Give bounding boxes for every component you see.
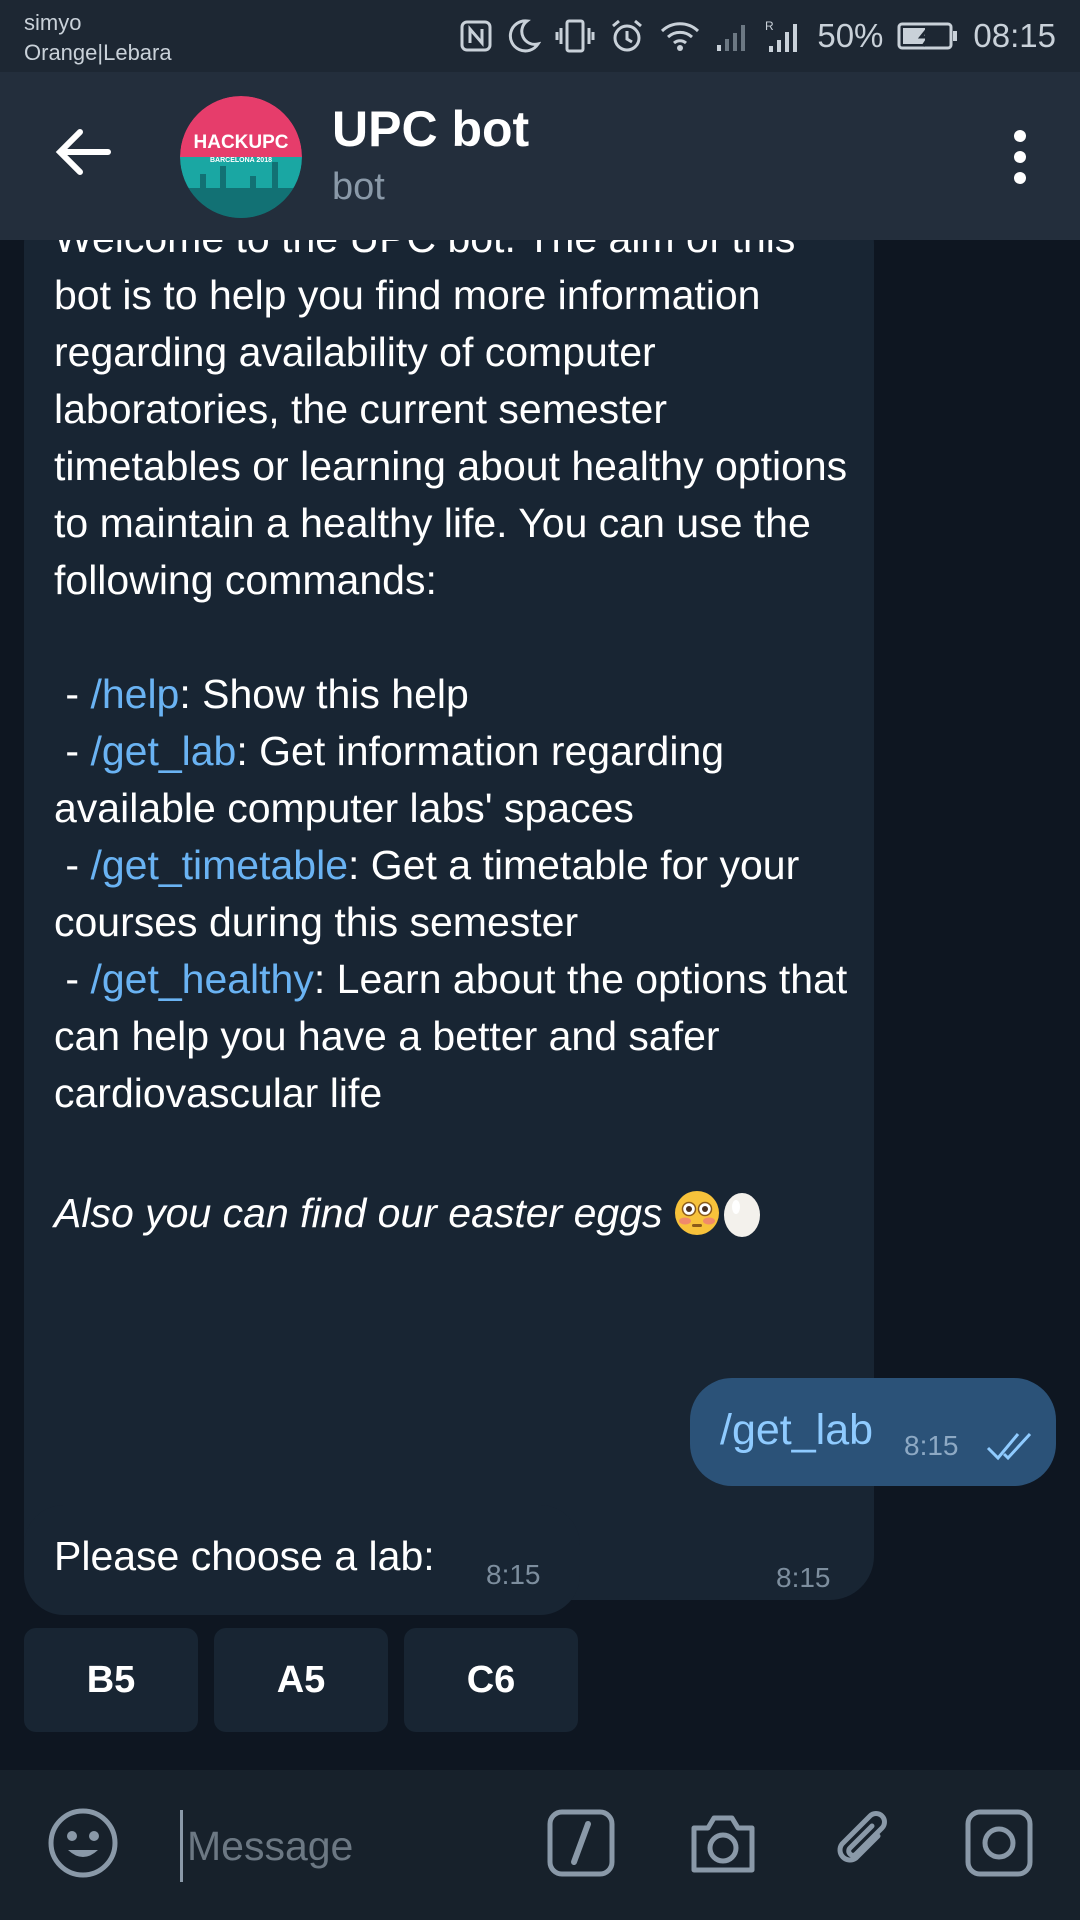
battery-percent: 50% (817, 17, 884, 54)
message-input[interactable] (180, 1810, 519, 1882)
back-arrow-icon[interactable] (44, 112, 124, 192)
chat-title[interactable]: UPC bot (332, 100, 529, 158)
svg-text:R: R (765, 19, 774, 33)
command-line: - /get_timetable: Get a timetable for yo… (54, 842, 811, 945)
signal-icon (717, 25, 746, 51)
status-bar: simyo Orange|Lebara R 50% 08:15 (0, 0, 1080, 72)
outgoing-message-text: /get_lab (720, 1406, 874, 1454)
egg-emoji-icon (723, 1193, 760, 1237)
message-time: 8:15 (486, 1559, 541, 1590)
hackupc-logo-icon: HACKUPC BARCELONA 2018 (180, 96, 302, 218)
telegram-chat-screen: simyo Orange|Lebara R 50% 08:15 HACKUPC … (0, 0, 1080, 1920)
emoji-smiley-icon[interactable] (46, 1806, 120, 1880)
attachment-paperclip-icon[interactable] (826, 1806, 900, 1880)
easter-eggs-line: Also you can find our easter eggs (54, 1185, 854, 1242)
chat-subtitle: bot (332, 166, 385, 208)
vibrate-icon (555, 19, 595, 53)
welcome-intro: Welcome to the UPC bot. The aim of this … (54, 240, 848, 603)
svg-text:BARCELONA 2018: BARCELONA 2018 (210, 157, 272, 164)
inline-button-b5[interactable]: B5 (24, 1628, 198, 1732)
message-time: 8:15 (904, 1430, 959, 1461)
status-icons: R 50% 08:15 (459, 14, 1056, 58)
avatar[interactable]: HACKUPC BARCELONA 2018 (180, 96, 302, 218)
more-vertical-icon[interactable] (1000, 122, 1040, 192)
command-link-help[interactable]: /help (90, 671, 179, 717)
camera-icon[interactable] (686, 1806, 760, 1880)
do-not-disturb-moon-icon (509, 19, 542, 53)
command-line: - /help: Show this help (54, 671, 469, 717)
read-double-check-icon (986, 1432, 1032, 1461)
inline-button-c6[interactable]: C6 (404, 1628, 578, 1732)
flushed-face-emoji-icon (674, 1191, 719, 1235)
command-link-get-healthy[interactable]: /get_healthy (90, 956, 313, 1002)
carrier-info: simyo Orange|Lebara (24, 8, 172, 68)
easter-eggs-text: Also you can find our easter eggs (54, 1190, 663, 1236)
bot-commands-slash-icon[interactable] (544, 1806, 618, 1880)
alarm-icon (612, 19, 643, 52)
command-link-get-lab[interactable]: /get_lab (90, 728, 236, 774)
outgoing-message-bubble[interactable]: /get_lab 8:15 (690, 1378, 1056, 1486)
status-clock: 08:15 (973, 17, 1056, 54)
instagram-camera-icon[interactable] (962, 1806, 1036, 1880)
message-time: 8:15 (776, 1562, 831, 1593)
svg-text:HACKUPC: HACKUPC (194, 132, 289, 153)
nfc-icon (460, 20, 492, 52)
signal-roaming-icon: R (765, 19, 798, 52)
chat-header: HACKUPC BARCELONA 2018 UPC bot bot (0, 72, 1080, 240)
inline-keyboard: B5 A5 C6 (24, 1628, 578, 1732)
carrier-secondary: Orange|Lebara (24, 40, 172, 65)
message-list[interactable]: Welcome to the UPC bot. The aim of this … (0, 240, 1080, 1770)
message-text: Please choose a lab: (54, 1533, 435, 1579)
battery-charging-icon (897, 22, 958, 50)
command-line: - /get_healthy: Learn about the options … (54, 956, 859, 1116)
command-line: - /get_lab: Get information regarding av… (54, 728, 736, 831)
inline-button-a5[interactable]: A5 (214, 1628, 388, 1732)
command-link-get-timetable[interactable]: /get_timetable (90, 842, 348, 888)
carrier-name: simyo (24, 10, 82, 35)
message-composer (0, 1770, 1080, 1920)
incoming-message-bubble[interactable]: Please choose a lab: 8:15 (24, 1505, 580, 1615)
message-text: Welcome to the UPC bot. The aim of this … (54, 240, 854, 1122)
wifi-icon (661, 22, 700, 51)
